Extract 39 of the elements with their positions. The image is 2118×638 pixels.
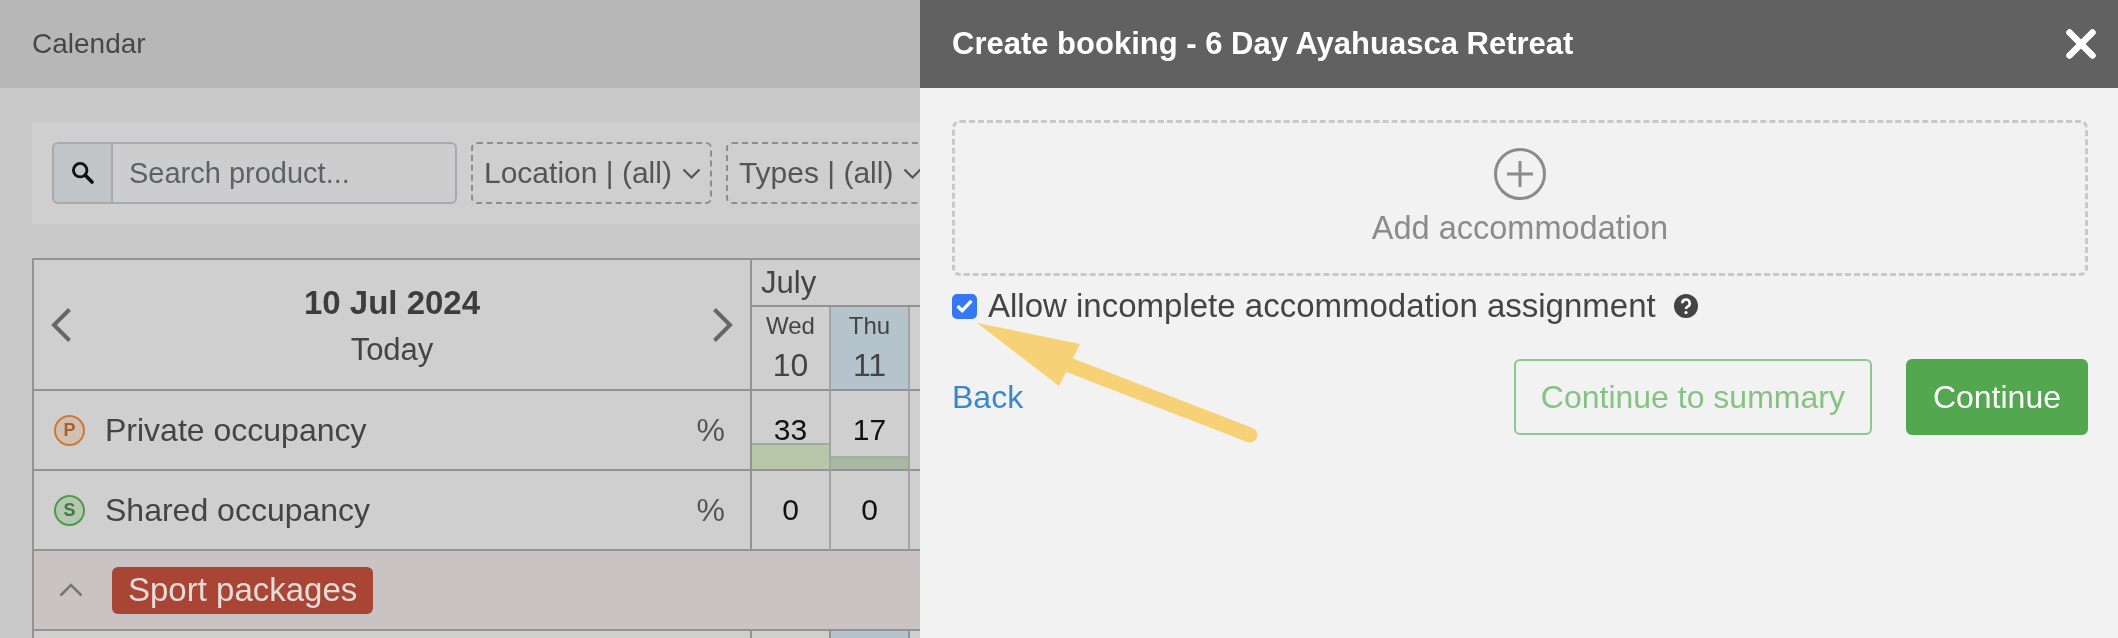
row-label: Shared occupancy: [105, 491, 371, 529]
occupancy-value: 17: [852, 413, 887, 447]
day-column-header[interactable]: Thu 11: [831, 307, 910, 391]
page-title: Calendar: [32, 28, 146, 60]
back-link[interactable]: Back: [952, 378, 1024, 416]
unit-label: %: [696, 491, 725, 529]
dialog-title: Create booking - 6 Day Ayahuasca Retreat: [952, 26, 1574, 62]
weekday-label: Thu: [848, 311, 891, 341]
occupancy-value: 0: [782, 493, 799, 527]
occupancy-value: 0: [861, 493, 878, 527]
date-title: 10 Jul 2024: [303, 283, 481, 322]
check-icon: [956, 299, 973, 313]
day-number: 11: [852, 346, 887, 385]
filter-dropdown[interactable]: Location | (all): [471, 142, 712, 204]
plus-circle-icon: [1494, 148, 1546, 200]
checkbox[interactable]: [952, 293, 977, 319]
chevron-down-icon: [903, 167, 920, 179]
search-button[interactable]: [52, 142, 111, 204]
search-field[interactable]: Search product...: [111, 142, 457, 204]
weekday-label: Wed: [766, 311, 815, 341]
add-accommodation-button[interactable]: Add accommodation: [952, 120, 2088, 276]
occupancy-value: 33: [773, 413, 808, 447]
row-label: Private occupancy: [105, 411, 367, 449]
group-tag: Sport packages: [112, 566, 374, 614]
unit-label: %: [696, 411, 725, 449]
checkbox-label[interactable]: Allow incomplete accommodation assignment: [988, 287, 1656, 325]
day-number: 10: [772, 346, 809, 385]
today-label[interactable]: Today: [350, 331, 434, 368]
month-label: July: [761, 264, 817, 301]
search-icon: [71, 162, 94, 184]
continue-button[interactable]: Continue: [1905, 359, 2088, 435]
chevron-right-icon[interactable]: [712, 306, 734, 343]
close-icon[interactable]: [2066, 29, 2096, 59]
chevron-left-icon[interactable]: [50, 306, 72, 343]
chevron-up-icon[interactable]: [59, 583, 83, 597]
help-icon[interactable]: [1673, 294, 1698, 318]
type-badge: P: [54, 414, 85, 446]
chevron-down-icon: [681, 167, 701, 179]
type-badge: S: [54, 494, 85, 526]
